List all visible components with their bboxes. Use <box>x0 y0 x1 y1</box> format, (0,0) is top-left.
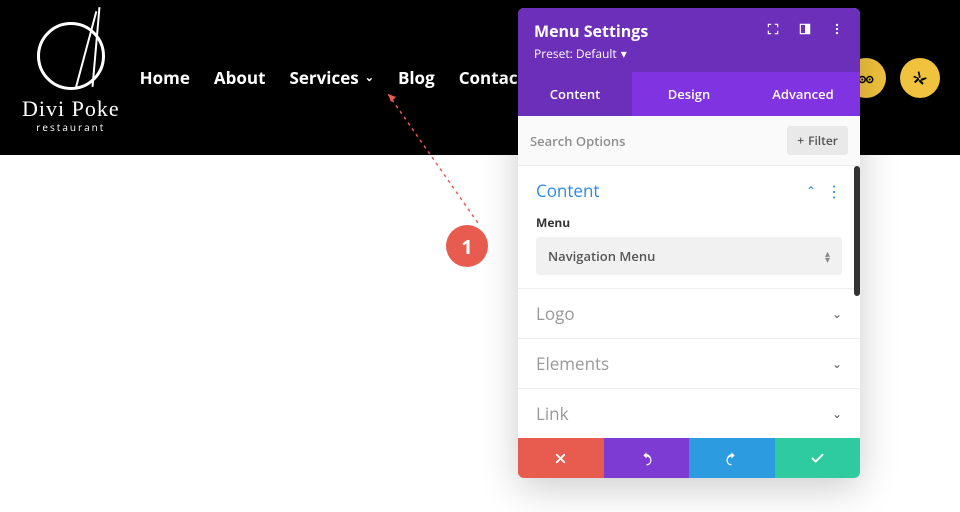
snap-icon[interactable] <box>798 22 812 36</box>
section-link: Link ⌄ <box>518 389 860 438</box>
scrollbar-thumb[interactable] <box>854 166 860 296</box>
panel-footer <box>518 438 860 478</box>
social-icons <box>846 58 940 98</box>
chevron-down-icon: ⌄ <box>832 305 842 322</box>
expand-icon[interactable] <box>766 22 780 36</box>
section-elements: Elements ⌄ <box>518 339 860 389</box>
nav-about[interactable]: About <box>214 66 266 89</box>
menu-select[interactable]: Navigation Menu ▴▾ <box>536 237 842 275</box>
settings-panel: Menu Settings Preset: Default▾ Content D… <box>518 8 860 478</box>
logo-subtitle: restaurant <box>36 120 105 134</box>
plus-icon: + <box>797 132 804 149</box>
nav-home[interactable]: Home <box>140 66 190 89</box>
nav-blog[interactable]: Blog <box>398 66 435 89</box>
more-icon[interactable] <box>830 22 844 36</box>
tab-advanced[interactable]: Advanced <box>746 72 860 116</box>
section-logo-header[interactable]: Logo ⌄ <box>536 302 842 325</box>
main-nav: Home About Services⌄ Blog Contact <box>140 66 525 89</box>
preset-selector[interactable]: Preset: Default▾ <box>534 45 766 62</box>
section-elements-header[interactable]: Elements ⌄ <box>536 352 842 375</box>
panel-tabs: Content Design Advanced <box>518 72 860 116</box>
chevron-down-icon: ⌄ <box>832 405 842 422</box>
search-options-input[interactable]: Search Options <box>530 132 787 150</box>
logo-name: Divi Poke <box>22 96 120 122</box>
filter-button[interactable]: +Filter <box>787 126 848 155</box>
undo-button[interactable] <box>604 438 690 478</box>
panel-body: Content ⌃ ⋮ Menu Navigation Menu ▴▾ Logo… <box>518 166 860 438</box>
nav-services[interactable]: Services⌄ <box>289 66 373 89</box>
panel-title: Menu Settings <box>534 20 766 42</box>
section-content: Content ⌃ ⋮ Menu Navigation Menu ▴▾ <box>518 166 860 289</box>
site-logo[interactable]: Divi Poke restaurant <box>22 22 120 134</box>
section-logo: Logo ⌄ <box>518 289 860 339</box>
section-more-icon[interactable]: ⋮ <box>826 180 842 202</box>
section-content-header[interactable]: Content ⌃ ⋮ <box>536 179 842 202</box>
panel-header: Menu Settings Preset: Default▾ <box>518 8 860 72</box>
section-link-header[interactable]: Link ⌄ <box>536 402 842 425</box>
nav-contact[interactable]: Contact <box>459 66 525 89</box>
callout-badge: 1 <box>446 225 488 267</box>
search-row: Search Options +Filter <box>518 116 860 166</box>
chevron-up-icon: ⌃ <box>806 182 816 199</box>
save-button[interactable] <box>775 438 861 478</box>
cancel-button[interactable] <box>518 438 604 478</box>
chevron-down-icon: ⌄ <box>832 355 842 372</box>
select-caret-icon: ▴▾ <box>825 250 830 262</box>
chevron-down-icon: ⌄ <box>365 70 374 85</box>
menu-field-label: Menu <box>536 214 842 231</box>
redo-button[interactable] <box>689 438 775 478</box>
logo-bowl-icon <box>37 22 105 90</box>
yelp-icon[interactable] <box>900 58 940 98</box>
tab-design[interactable]: Design <box>632 72 746 116</box>
caret-down-icon: ▾ <box>621 45 627 62</box>
tab-content[interactable]: Content <box>518 72 632 116</box>
